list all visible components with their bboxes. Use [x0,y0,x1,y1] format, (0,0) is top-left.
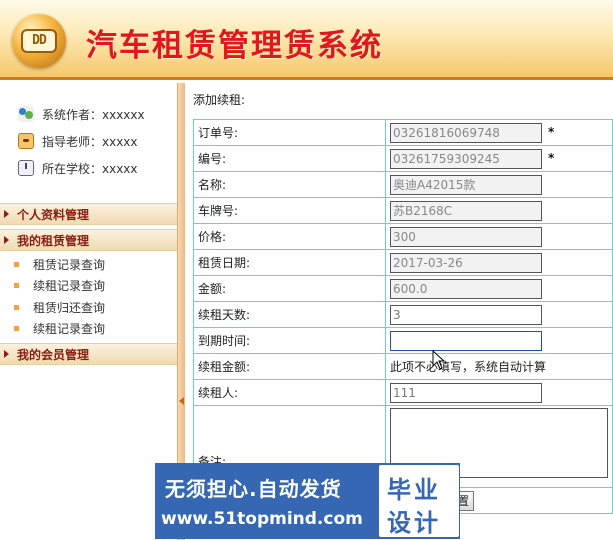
renewal-form: 订单号: * 编号: * 名称: 车牌号: 价格: [193,119,613,514]
field-label: 价格: [193,223,386,250]
form-row-price: 价格: [193,223,613,250]
menu-rental-label: 我的租赁管理 [17,233,90,248]
amount-input[interactable] [390,278,542,299]
form-row-name: 名称: [193,171,613,198]
users-icon [18,106,34,122]
form-row-expiry: 到期时间: [193,327,613,354]
form-row-renew-days: 续租天数: [193,301,613,328]
watermark-badge-line2: 设计 [387,509,441,537]
teacher-icon [18,133,34,149]
app-header: DD 汽车租赁管理赁系统 [0,0,613,80]
price-input[interactable] [390,226,542,247]
menu-profile-label: 个人资料管理 [17,207,90,222]
menu-item-return-records[interactable]: 租赁归还查询 [14,298,105,316]
menu-item-renewal-records[interactable]: 续租记录查询 [14,276,105,294]
form-row-rental-date: 租赁日期: [193,249,613,276]
collapse-arrow-icon[interactable] [179,397,184,405]
field-cell [385,327,613,354]
order-no-input[interactable] [390,122,542,143]
code-input[interactable] [390,148,542,169]
bullet-icon [14,325,19,331]
field-label: 编号: [193,145,386,172]
watermark-badge: 毕业 设计 [379,465,459,537]
renter-input[interactable] [390,382,542,403]
form-row-amount: 金额: [193,275,613,302]
teacher-info: 指导老师：xxxxx [18,132,138,150]
watermark-slogan: 无须担心.自动发货 [165,477,342,501]
field-cell [385,223,613,250]
field-cell [385,301,613,328]
bullet-icon [14,261,19,267]
menu-membership-label: 我的会员管理 [17,347,90,362]
author-label: 系统作者：xxxxxx [42,107,145,122]
field-cell [385,197,613,224]
menu-item-rental-records[interactable]: 租赁记录查询 [14,255,105,273]
form-row-renew-amount: 续租金额: 此项不必填写，系统自动计算 [193,353,613,380]
field-cell [385,275,613,302]
arrow-right-icon [4,210,9,218]
watermark-banner: 无须担心.自动发货 www.51topmind.com 毕业 设计 [155,463,460,539]
plate-input[interactable] [390,200,542,221]
menu-membership[interactable]: 我的会员管理 [0,343,177,365]
bullet-icon [14,282,19,288]
required-mark: * [548,151,555,165]
required-mark: * [548,125,555,139]
form-row-code: 编号: * [193,145,613,172]
form-row-plate: 车牌号: [193,197,613,224]
menu-item-label: 租赁记录查询 [33,257,106,272]
form-row-order-no: 订单号: * [193,119,613,146]
field-cell [385,249,613,276]
menu-profile[interactable]: 个人资料管理 [0,203,177,225]
menu-item-renewal-records-2[interactable]: 续租记录查询 [14,319,105,337]
school-info: 所在学校：xxxxx [18,159,138,177]
bullet-icon [14,304,19,310]
author-info: 系统作者：xxxxxx [18,105,145,123]
mouse-pointer-icon [432,350,446,370]
logo-icon: DD [12,14,66,68]
field-cell [385,171,613,198]
school-label: 所在学校：xxxxx [42,161,138,176]
menu-item-label: 租赁归还查询 [33,300,106,315]
menu-item-label: 续租记录查询 [33,278,106,293]
renew-amount-hint: 此项不必填写，系统自动计算 [385,353,613,380]
menu-item-label: 续租记录查询 [33,321,106,336]
sidebar: 系统作者：xxxxxx 指导老师：xxxxx 所在学校：xxxxx 个人资料管理… [0,83,177,540]
section-title: 添加续租: [193,93,246,107]
field-label: 到期时间: [193,327,386,354]
watermark-url: www.51topmind.com [161,509,363,529]
field-label: 续租天数: [193,301,386,328]
form-row-renter: 续租人: [193,379,613,406]
field-label: 名称: [193,171,386,198]
app-title: 汽车租赁管理赁系统 [86,28,383,64]
menu-rental[interactable]: 我的租赁管理 [0,229,177,251]
logo-mark: DD [21,29,57,53]
field-cell: * [385,145,613,172]
renew-days-input[interactable] [390,304,542,325]
expiry-date-input[interactable] [390,330,542,351]
rental-date-input[interactable] [390,252,542,273]
car-name-input[interactable] [390,174,542,195]
field-label: 租赁日期: [193,249,386,276]
field-label: 续租金额: [193,353,386,380]
arrow-right-icon [4,350,9,358]
field-label: 订单号: [193,119,386,146]
field-cell [385,379,613,406]
field-label: 续租人: [193,379,386,406]
arrow-right-icon [4,236,9,244]
watermark-badge-line1: 毕业 [387,476,441,504]
teacher-label: 指导老师：xxxxx [42,134,138,149]
clock-icon [18,160,34,176]
field-cell: * [385,119,613,146]
field-label: 金额: [193,275,386,302]
field-label: 车牌号: [193,197,386,224]
